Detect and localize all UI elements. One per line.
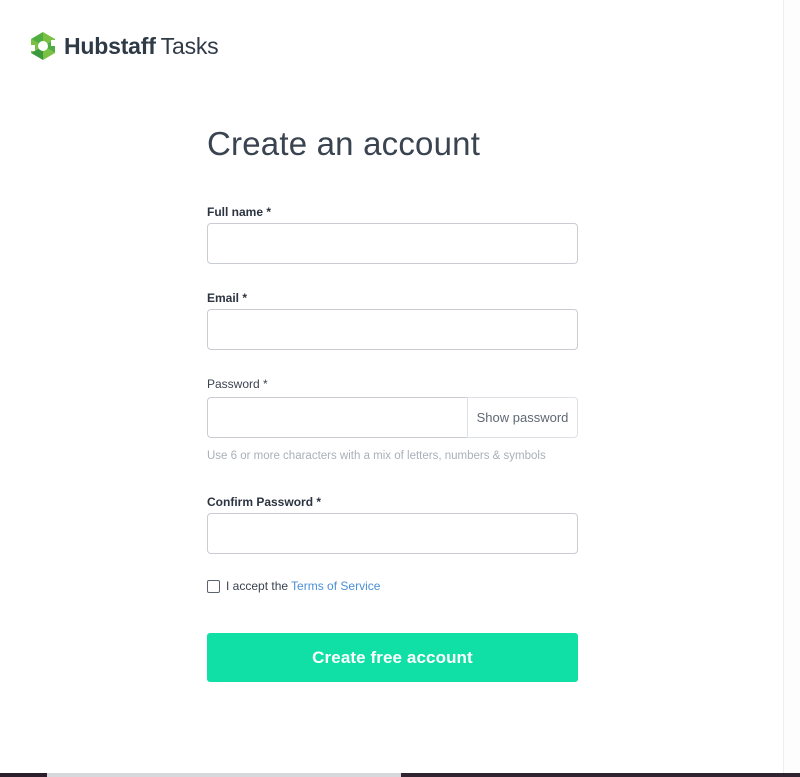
password-label: Password *	[207, 377, 268, 391]
taskbar-strip	[0, 773, 800, 777]
password-hint: Use 6 or more characters with a mix of l…	[207, 450, 546, 462]
logo-wordmark: Hubstaff Tasks	[64, 31, 219, 61]
password-field[interactable]	[207, 397, 467, 438]
app-logo[interactable]: Hubstaff Tasks	[28, 30, 219, 62]
password-row: Show password	[207, 397, 578, 438]
terms-of-service-link[interactable]: Terms of Service	[291, 579, 380, 593]
logo-brand-text: Hubstaff	[64, 33, 156, 59]
full-name-label: Full name *	[207, 205, 272, 219]
hubstaff-logo-icon	[29, 32, 57, 60]
confirm-password-field[interactable]	[207, 513, 578, 554]
terms-text: I accept the	[226, 579, 289, 593]
full-name-field[interactable]	[207, 223, 578, 264]
create-account-button[interactable]: Create free account	[207, 633, 578, 682]
logo-product-text: Tasks	[160, 33, 219, 59]
email-field[interactable]	[207, 309, 578, 350]
signup-form: Create an account Full name * Email * Pa…	[207, 120, 578, 682]
terms-checkbox[interactable]	[207, 579, 220, 593]
email-label: Email *	[207, 291, 248, 305]
confirm-password-label: Confirm Password *	[207, 495, 322, 509]
signup-page: Hubstaff Tasks Create an account Full nam…	[0, 0, 800, 777]
page-title: Create an account	[207, 125, 481, 162]
show-password-button[interactable]: Show password	[467, 397, 578, 438]
terms-row: I accept the Terms of Service	[207, 577, 578, 595]
scrollbar-track[interactable]	[783, 0, 800, 777]
